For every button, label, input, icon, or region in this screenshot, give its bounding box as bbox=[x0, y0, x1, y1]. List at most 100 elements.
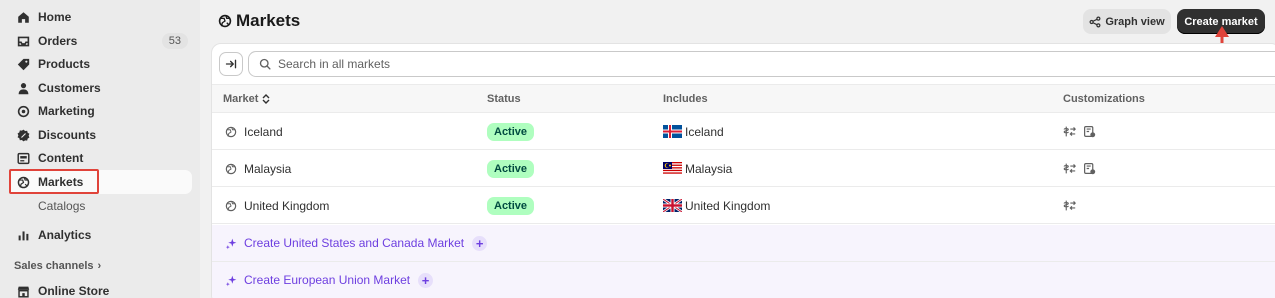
discount-icon bbox=[17, 129, 30, 142]
sidebar: Home Orders 53 Products Customers Market… bbox=[0, 0, 200, 298]
sidebar-item-analytics[interactable]: Analytics bbox=[9, 223, 192, 247]
currency-icon bbox=[1063, 126, 1076, 137]
suggestion-label: Create United States and Canada Market bbox=[244, 236, 465, 250]
expand-arrow-icon bbox=[225, 59, 237, 69]
table-row[interactable]: Iceland Active Iceland bbox=[212, 113, 1275, 150]
column-header-label: Status bbox=[487, 93, 521, 105]
market-name: Malaysia bbox=[244, 161, 292, 176]
malaysia-flag-icon bbox=[663, 162, 682, 175]
sidebar-item-discounts[interactable]: Discounts bbox=[9, 123, 192, 147]
currency-icon bbox=[1063, 163, 1076, 174]
chevron-right-icon: › bbox=[97, 260, 102, 272]
sidebar-item-label: Products bbox=[38, 57, 91, 71]
tag-icon bbox=[17, 58, 30, 71]
includes-cell: Malaysia bbox=[663, 150, 732, 187]
market-name: United Kingdom bbox=[244, 198, 330, 213]
sidebar-item-label: Customers bbox=[38, 81, 101, 95]
sidebar-item-label: Marketing bbox=[38, 104, 95, 118]
includes-cell: United Kingdom bbox=[663, 187, 770, 224]
home-icon bbox=[17, 11, 30, 24]
status-badge: Active bbox=[487, 159, 535, 178]
sidebar-item-online-store[interactable]: Online Store bbox=[9, 279, 192, 298]
sidebar-subitem-catalogs[interactable]: Catalogs bbox=[38, 199, 85, 213]
table-row[interactable]: Malaysia Active Malaysia bbox=[212, 150, 1275, 187]
sidebar-item-label: Home bbox=[38, 10, 72, 24]
collapse-button[interactable] bbox=[219, 52, 243, 76]
status-badge: Active bbox=[487, 122, 535, 141]
graph-view-label: Graph view bbox=[1105, 15, 1165, 28]
status-cell: Active bbox=[487, 150, 535, 187]
table-row[interactable]: United Kingdom Active United Kingdom bbox=[212, 187, 1275, 224]
orders-count-badge: 53 bbox=[161, 33, 188, 49]
sidebar-item-orders[interactable]: Orders 53 bbox=[9, 29, 192, 53]
customizations-cell bbox=[1063, 187, 1076, 224]
column-header-status: Status bbox=[487, 93, 521, 105]
person-icon bbox=[17, 82, 30, 95]
suggestion-label: Create European Union Market bbox=[244, 273, 411, 287]
page-title-text: Markets bbox=[236, 11, 301, 30]
sidebar-item-home[interactable]: Home bbox=[9, 5, 192, 29]
sidebar-item-products[interactable]: Products bbox=[9, 52, 192, 76]
column-header-label: Customizations bbox=[1063, 93, 1145, 105]
sidebar-item-label: Content bbox=[38, 151, 84, 165]
column-header-market[interactable]: Market bbox=[223, 93, 271, 105]
markets-highlight-annotation bbox=[9, 169, 99, 194]
includes-cell: Iceland bbox=[663, 113, 724, 150]
uk-flag-icon bbox=[663, 199, 682, 212]
sparkle-icon bbox=[225, 275, 237, 286]
sidebar-item-label: Orders bbox=[38, 34, 78, 48]
includes-name: Malaysia bbox=[685, 161, 733, 176]
sparkle-icon bbox=[225, 238, 237, 249]
plus-icon[interactable]: + bbox=[418, 272, 434, 288]
search-input[interactable] bbox=[278, 57, 1178, 71]
customizations-cell bbox=[1063, 113, 1096, 150]
customizations-cell bbox=[1063, 150, 1096, 187]
graph-icon bbox=[1089, 16, 1101, 27]
globe-icon bbox=[225, 200, 237, 211]
sidebar-item-label: Analytics bbox=[38, 228, 92, 242]
sort-icon bbox=[262, 94, 270, 104]
sidebar-item-marketing[interactable]: Marketing bbox=[9, 99, 192, 123]
suggestion-row-us-canada[interactable]: Create United States and Canada Market + bbox=[212, 225, 1275, 262]
page-title: Markets bbox=[218, 11, 300, 31]
status-cell: Active bbox=[487, 187, 535, 224]
suggestion-row-eu[interactable]: Create European Union Market + bbox=[212, 262, 1275, 298]
column-header-label: Market bbox=[223, 93, 259, 105]
markets-card: Market Status Includes Customizations Ic… bbox=[211, 43, 1275, 298]
store-icon bbox=[17, 285, 30, 298]
target-icon bbox=[17, 105, 30, 118]
sidebar-item-content[interactable]: Content bbox=[9, 146, 192, 170]
search-field[interactable] bbox=[248, 51, 1275, 77]
includes-name: Iceland bbox=[685, 124, 724, 139]
currency-icon bbox=[1063, 200, 1076, 211]
status-cell: Active bbox=[487, 113, 535, 150]
globe-icon bbox=[225, 163, 237, 174]
domain-icon bbox=[1084, 163, 1096, 175]
sales-channels-header[interactable]: Sales channels › bbox=[14, 260, 101, 272]
content-icon bbox=[17, 152, 30, 165]
includes-name: United Kingdom bbox=[685, 198, 771, 213]
column-header-includes: Includes bbox=[663, 93, 708, 105]
domain-icon bbox=[1084, 126, 1096, 138]
column-header-customizations: Customizations bbox=[1063, 93, 1145, 105]
sales-channels-label: Sales channels bbox=[14, 260, 94, 272]
sidebar-item-customers[interactable]: Customers bbox=[9, 76, 192, 100]
sidebar-item-label: Online Store bbox=[38, 284, 110, 298]
toolbar bbox=[212, 44, 1275, 84]
globe-icon bbox=[218, 14, 232, 28]
table-header: Market Status Includes Customizations bbox=[212, 84, 1275, 113]
orders-icon bbox=[17, 35, 30, 48]
sidebar-item-label: Discounts bbox=[38, 128, 97, 142]
graph-view-button[interactable]: Graph view bbox=[1083, 9, 1171, 34]
column-header-label: Includes bbox=[663, 93, 708, 105]
globe-icon bbox=[225, 126, 237, 137]
market-cell: Iceland bbox=[225, 113, 283, 150]
iceland-flag-icon bbox=[663, 125, 682, 138]
status-badge: Active bbox=[487, 196, 535, 215]
market-name: Iceland bbox=[244, 124, 283, 139]
search-icon bbox=[259, 58, 271, 70]
bar-chart-icon bbox=[17, 229, 30, 242]
market-cell: United Kingdom bbox=[225, 187, 329, 224]
plus-icon[interactable]: + bbox=[472, 235, 488, 251]
market-cell: Malaysia bbox=[225, 150, 291, 187]
